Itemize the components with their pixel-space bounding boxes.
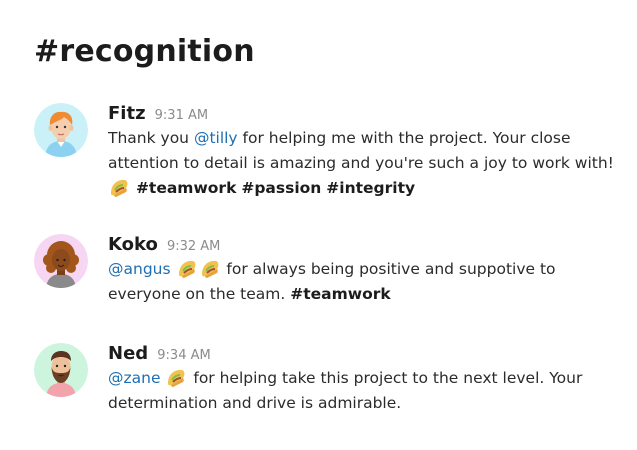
message-text: Thank you @tilly for helping me with the… bbox=[108, 126, 624, 201]
taco-emoji-icon bbox=[199, 260, 222, 278]
message-text: @zane for helping take this project to t… bbox=[108, 366, 624, 416]
redhead-man-avatar-icon[interactable] bbox=[34, 103, 88, 157]
hashtag[interactable]: #passion bbox=[241, 179, 321, 197]
author-name[interactable]: Koko bbox=[108, 234, 158, 255]
hashtag[interactable]: #teamwork bbox=[290, 285, 390, 303]
message-item: Koko 9:32 AM @angus for always being pos… bbox=[34, 234, 624, 307]
message-text-part: Thank you bbox=[108, 129, 194, 147]
taco-emoji-icon bbox=[165, 369, 188, 387]
timestamp[interactable]: 9:34 AM bbox=[157, 348, 210, 363]
hashtag[interactable]: #teamwork bbox=[136, 179, 236, 197]
bearded-man-avatar-icon[interactable] bbox=[34, 343, 88, 397]
message-item: Ned 9:34 AM @zane for helping take this … bbox=[34, 343, 624, 416]
recognition-channel: #recognition Fitz 9:31 AM Thank you @til… bbox=[0, 0, 637, 450]
hashtag[interactable]: #integrity bbox=[326, 179, 415, 197]
user-mention[interactable]: @tilly bbox=[194, 129, 238, 147]
channel-title: #recognition bbox=[34, 34, 255, 69]
author-name[interactable]: Ned bbox=[108, 343, 148, 364]
author-name[interactable]: Fitz bbox=[108, 103, 146, 124]
message-text: @angus for always being positive and sup… bbox=[108, 257, 624, 307]
taco-emoji-icon bbox=[176, 260, 199, 278]
timestamp[interactable]: 9:32 AM bbox=[167, 239, 220, 254]
user-mention[interactable]: @zane bbox=[108, 369, 161, 387]
timestamp[interactable]: 9:31 AM bbox=[155, 108, 208, 123]
taco-emoji-icon bbox=[108, 179, 131, 197]
message-item: Fitz 9:31 AM Thank you @tilly for helpin… bbox=[34, 103, 624, 201]
user-mention[interactable]: @angus bbox=[108, 260, 171, 278]
curly-hair-woman-avatar-icon[interactable] bbox=[34, 234, 88, 288]
